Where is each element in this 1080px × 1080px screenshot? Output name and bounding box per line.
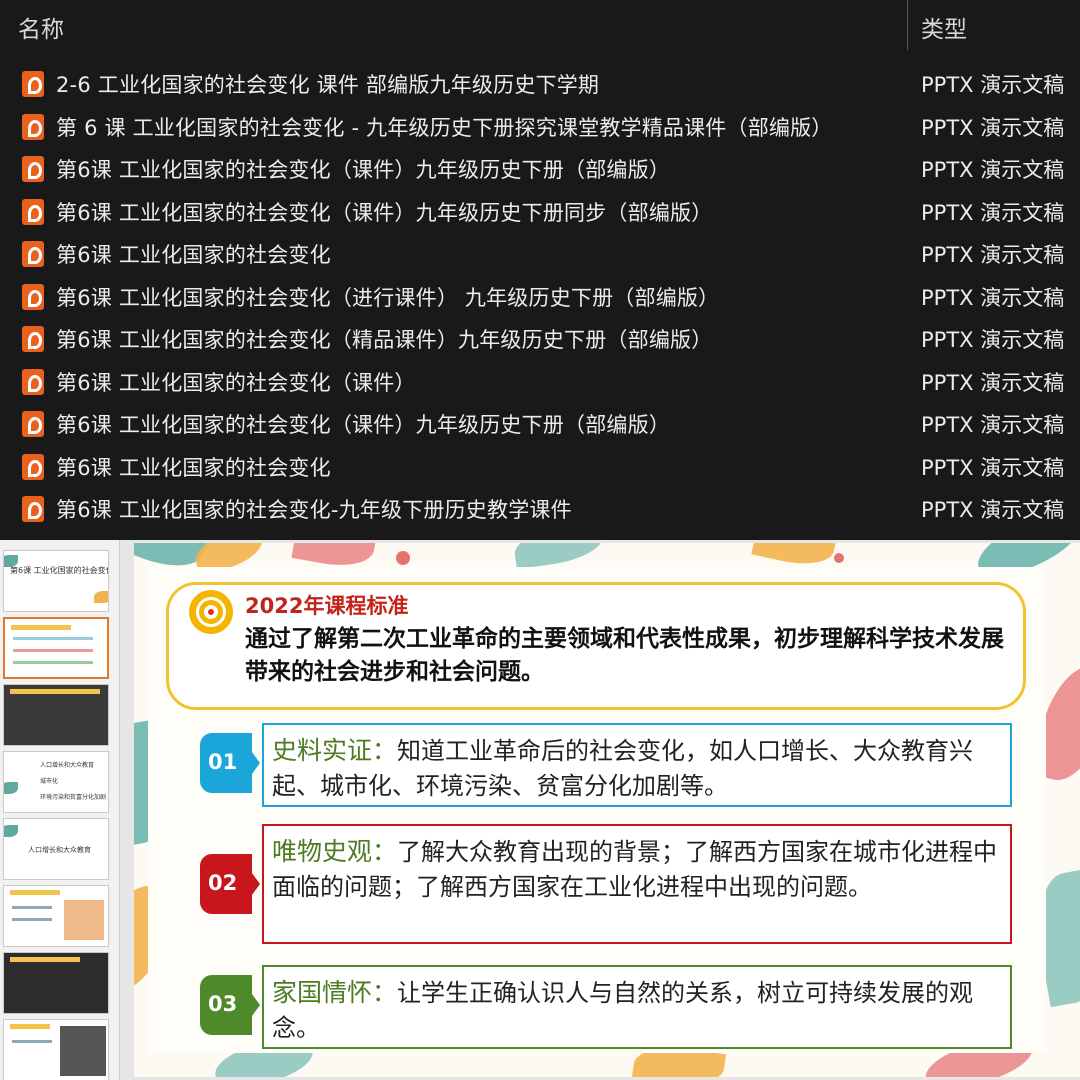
pptx-file-icon [22,156,44,182]
column-name-header[interactable]: 名称 [18,10,64,44]
number-badge: 01 [200,733,260,793]
file-row[interactable]: 第6课 工业化国家的社会变化（课件）九年级历史下册同步（部编版） PPTX 演示文… [0,191,1080,234]
file-type: PPTX 演示文稿 [921,285,1065,310]
file-type: PPTX 演示文稿 [921,115,1065,140]
thumbnail-item: 环境污染和贫富分化加剧 [40,794,107,801]
file-row[interactable]: 第6课 工业化国家的社会变化（课件） PPTX 演示文稿 [0,361,1080,404]
column-type-header[interactable]: 类型 [921,10,967,44]
standard-title: 2022年课程标准 [245,594,409,618]
file-name[interactable]: 第6课 工业化国家的社会变化 [56,239,331,269]
presentation-view: 第6课 工业化国家的社会变化 人口增长和大众教育 城市化 环境污染和贫富分化加剧… [0,540,1080,1080]
file-type: PPTX 演示文稿 [921,243,1065,267]
slide-thumbnail-pane: 第6课 工业化国家的社会变化 人口增长和大众教育 城市化 环境污染和贫富分化加剧… [0,540,120,1080]
slide-thumbnail[interactable]: 人口增长和大众教育 城市化 环境污染和贫富分化加剧 [3,751,109,813]
slide-canvas[interactable]: 2022年课程标准 通过了解第二次工业革命的主要领域和代表性成果，初步理解科学技… [134,543,1080,1077]
file-row[interactable]: 2-6 工业化国家的社会变化 课件 部编版九年级历史下学期 PPTX 演示文稿 [0,63,1080,106]
file-name[interactable]: 第6课 工业化国家的社会变化（课件）九年级历史下册（部编版） [56,154,670,184]
file-name[interactable]: 第6课 工业化国家的社会变化 [56,452,331,482]
standard-text: 通过了解第二次工业革命的主要领域和代表性成果，初步理解科学技术发展带来的社会进步… [245,626,1004,685]
objective-label: 家国情怀： [272,978,398,1007]
file-type: PPTX 演示文稿 [921,370,1065,395]
file-row[interactable]: 第6课 工业化国家的社会变化（课件）九年级历史下册（部编版） PPTX 演示文稿 [0,148,1080,191]
column-divider[interactable] [907,0,908,50]
objective-text-box: 家国情怀：让学生正确认识人与自然的关系，树立可持续发展的观念。 [262,965,1012,1049]
file-row[interactable]: 第6课 工业化国家的社会变化（精品课件）九年级历史下册（部编版） PPTX 演示文… [0,318,1080,361]
file-type: PPTX 演示文稿 [921,328,1065,352]
objective-item-2: 02 唯物史观：了解大众教育出现的背景；了解西方国家在城市化进程中面临的问题；了… [200,824,1046,944]
pptx-file-icon [22,326,44,352]
thumbnail-title: 第6课 工业化国家的社会变化 [10,566,109,575]
slide-thumbnail-selected[interactable] [3,617,109,679]
number-badge: 02 [200,854,260,914]
pptx-file-icon [22,368,44,395]
pptx-file-icon [22,283,44,310]
curriculum-standard-box: 2022年课程标准 通过了解第二次工业革命的主要领域和代表性成果，初步理解科学技… [166,582,1026,710]
decor-dot [834,553,844,563]
file-type: PPTX 演示文稿 [921,413,1065,437]
objective-text-box: 史料实证：知道工业革命后的社会变化，如人口增长、大众教育兴起、城市化、环境污染、… [262,723,1012,807]
thumbnail-item: 城市化 [40,778,59,785]
slide-thumbnail[interactable]: 人口增长和大众教育 [3,818,109,880]
slide-thumbnail[interactable]: 第6课 工业化国家的社会变化 [3,550,109,612]
objective-label: 史料实证： [272,736,398,765]
file-type: PPTX 演示文稿 [921,200,1065,225]
objective-item-1: 01 史料实证：知道工业革命后的社会变化，如人口增长、大众教育兴起、城市化、环境… [200,723,1046,807]
decor-leaf [511,543,607,570]
file-name[interactable]: 2-6 工业化国家的社会变化 课件 部编版九年级历史下学期 [56,69,599,99]
file-row[interactable]: 第6课 工业化国家的社会变化（进行课件） 九年级历史下册（部编版） PPTX 演示… [0,276,1080,319]
file-row[interactable]: 第 6 课 工业化国家的社会变化 - 九年级历史下册探究课堂教学精品课件（部编版… [0,106,1080,149]
pptx-file-icon [22,71,44,97]
slide-thumbnail[interactable] [3,1019,109,1080]
file-type: PPTX 演示文稿 [921,498,1065,522]
slide-thumbnail[interactable] [3,952,109,1014]
objective-text-box: 唯物史观：了解大众教育出现的背景；了解西方国家在城市化进程中面临的问题；了解西方… [262,824,1012,944]
sort-arrow-icon: ˄ [452,0,459,10]
slide-thumbnail[interactable] [3,684,109,746]
pptx-file-icon [22,453,44,480]
file-type: PPTX 演示文稿 [921,158,1065,182]
file-row[interactable]: 第6课 工业化国家的社会变化（课件）九年级历史下册（部编版） PPTX 演示文稿 [0,403,1080,446]
file-row[interactable]: 第6课 工业化国家的社会变化-九年级下册历史教学课件 PPTX 演示文稿 [0,488,1080,531]
decor-dot [396,551,410,565]
file-name[interactable]: 第6课 工业化国家的社会变化（进行课件） 九年级历史下册（部编版） [56,282,719,312]
file-list: 2-6 工业化国家的社会变化 课件 部编版九年级历史下学期 PPTX 演示文稿第 … [0,63,1080,531]
file-name[interactable]: 第6课 工业化国家的社会变化（课件）九年级历史下册同步（部编版） [56,197,712,227]
file-name[interactable]: 第6课 工业化国家的社会变化（课件）九年级历史下册（部编版） [56,409,670,439]
column-header: 名称 ˄ 类型 [0,0,1080,52]
file-type: PPTX 演示文稿 [921,73,1065,97]
file-explorer: 名称 ˄ 类型 2-6 工业化国家的社会变化 课件 部编版九年级历史下学期 PPT… [0,0,1080,540]
thumbnail-item: 人口增长和大众教育 [40,762,95,769]
file-row[interactable]: 第6课 工业化国家的社会变化 PPTX 演示文稿 [0,233,1080,276]
pptx-file-icon [22,411,44,437]
pptx-file-icon [22,496,44,522]
slide-thumbnail[interactable] [3,885,109,947]
objective-label: 唯物史观： [272,837,398,866]
file-name[interactable]: 第 6 课 工业化国家的社会变化 - 九年级历史下册探究课堂教学精品课件（部编版… [56,112,833,142]
file-name[interactable]: 第6课 工业化国家的社会变化（课件） [56,367,416,397]
objective-item-3: 03 家国情怀：让学生正确认识人与自然的关系，树立可持续发展的观念。 [200,965,1046,1049]
pptx-file-icon [22,241,44,267]
number-badge: 03 [200,975,260,1035]
target-icon [189,590,233,634]
file-name[interactable]: 第6课 工业化国家的社会变化-九年级下册历史教学课件 [56,494,572,524]
pptx-file-icon [22,198,44,225]
file-row[interactable]: 第6课 工业化国家的社会变化 PPTX 演示文稿 [0,446,1080,489]
thumbnail-title: 人口增长和大众教育 [28,846,91,854]
file-name[interactable]: 第6课 工业化国家的社会变化（精品课件）九年级历史下册（部编版） [56,324,712,354]
pptx-file-icon [22,113,44,140]
file-type: PPTX 演示文稿 [921,455,1065,480]
